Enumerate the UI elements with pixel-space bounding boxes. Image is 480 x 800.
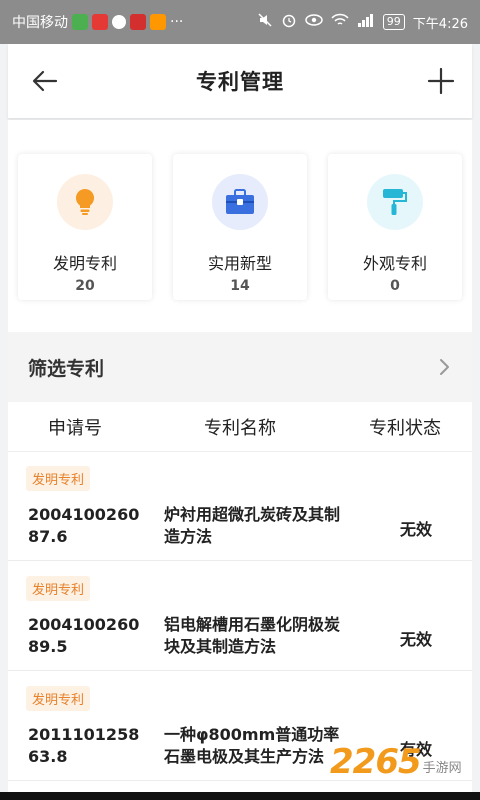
column-header-patent-name: 专利名称 — [204, 417, 276, 439]
application-number: 201110125863.8 — [28, 725, 140, 766]
patent-name: 一种φ800mm普通功率石墨电极及其生产方法 — [164, 725, 340, 766]
card-count: 20 — [75, 278, 95, 294]
signal-icon — [357, 13, 375, 31]
patent-type-badge: 发明专利 — [26, 686, 91, 711]
app-notification-icon — [130, 14, 146, 30]
toolbox-icon — [212, 174, 268, 230]
patent-status: 无效 — [399, 630, 432, 649]
add-patent-button[interactable] — [426, 66, 456, 96]
patent-type-badge: 发明专利 — [26, 576, 91, 601]
column-header-patent-status: 专利状态 — [369, 417, 441, 439]
patent-type-badge: 发明专利 — [26, 466, 91, 491]
battery-indicator: 99 — [382, 14, 405, 30]
table-header: 申请号 专利名称 专利状态 — [8, 402, 472, 452]
patent-name: 铝电解槽用石墨化阴极炭块及其制造方法 — [164, 615, 341, 656]
page-title: 专利管理 — [196, 70, 284, 94]
card-label: 外观专利 — [362, 254, 427, 273]
chat-icon — [112, 15, 126, 29]
mute-icon — [257, 12, 273, 32]
app-notification-icon — [150, 14, 166, 30]
more-notifications-icon: ··· — [170, 14, 184, 30]
card-invention-patent[interactable]: 发明专利 20 — [18, 154, 152, 300]
table-row[interactable]: 发明专利 200410026089.5 铝电解槽用石墨化阴极炭块及其制造方法 无… — [8, 562, 472, 671]
application-number: 200410026089.5 — [28, 615, 140, 656]
column-header-application-no: 申请号 — [48, 417, 102, 439]
back-button[interactable] — [30, 66, 60, 96]
paint-roller-icon — [367, 174, 423, 230]
app-header: 专利管理 — [8, 44, 472, 118]
filter-title: 筛选专利 — [28, 357, 105, 380]
plus-icon — [427, 67, 455, 95]
patent-name: 炉衬用超微孔炭砖及其制造方法 — [164, 505, 341, 546]
status-bar: 中国移动 ··· 99 下午4:26 — [0, 0, 480, 44]
card-label: 实用新型 — [207, 254, 272, 273]
patent-type-cards: 发明专利 20 实用新型 14 外观专利 0 — [8, 120, 472, 330]
watermark-number: 2265 — [330, 742, 422, 782]
card-design-patent[interactable]: 外观专利 0 — [328, 154, 462, 300]
card-label: 发明专利 — [52, 254, 117, 273]
eye-icon — [305, 13, 323, 31]
card-count: 14 — [230, 278, 250, 294]
bottom-edge — [0, 792, 480, 800]
watermark-text: 手游网 — [422, 761, 462, 776]
carrier-label: 中国移动 — [12, 15, 68, 31]
wifi-icon — [331, 13, 349, 31]
card-count: 0 — [390, 278, 400, 294]
app-notification-icon — [92, 14, 108, 30]
clock: 下午4:26 — [412, 16, 468, 32]
arrow-left-icon — [32, 70, 58, 92]
lightbulb-icon — [57, 174, 113, 230]
table-row[interactable]: 发明专利 200410026087.6 炉衬用超微孔炭砖及其制造方法 无效 — [8, 452, 472, 561]
filter-patents-row[interactable]: 筛选专利 — [8, 332, 472, 402]
alarm-icon — [281, 12, 297, 32]
app-notification-icon — [72, 14, 88, 30]
application-number: 200410026087.6 — [28, 505, 140, 546]
main-content: 发明专利 20 实用新型 14 外观专利 0 筛选专利 申请号 专利名称 专利状… — [8, 120, 472, 792]
patent-status: 无效 — [399, 520, 432, 539]
card-utility-model[interactable]: 实用新型 14 — [173, 154, 307, 300]
watermark-logo: 2265 手游网 — [330, 742, 476, 782]
chevron-right-icon — [440, 359, 449, 375]
